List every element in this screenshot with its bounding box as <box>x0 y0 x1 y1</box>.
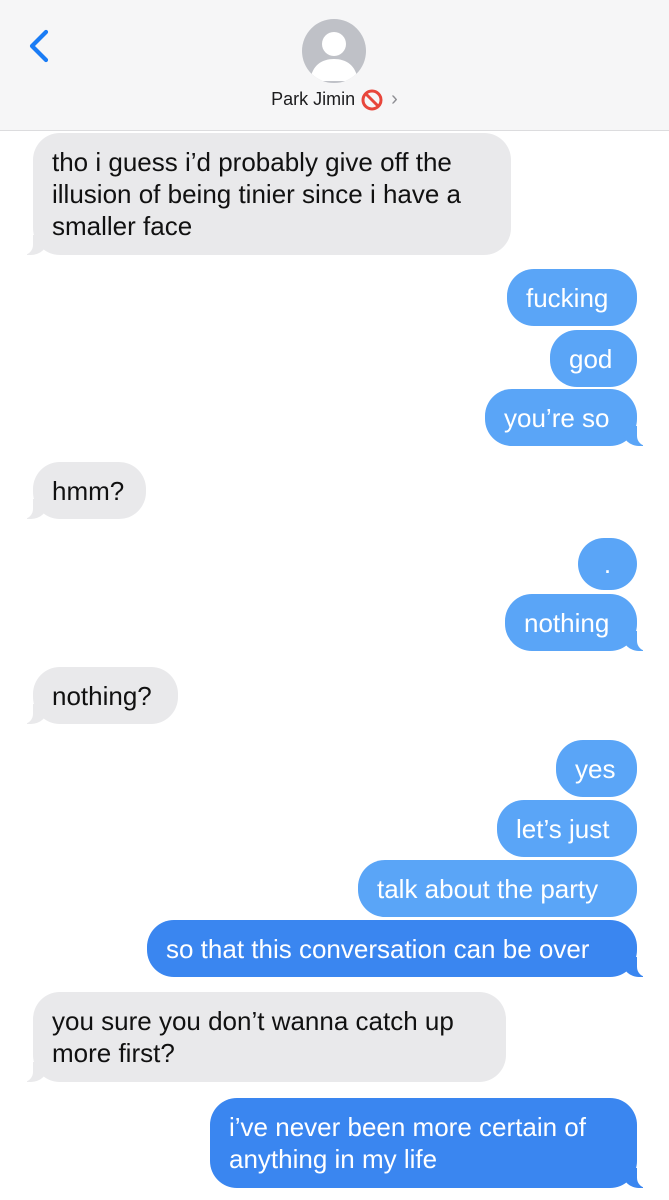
message-line: anything in my life <box>229 1144 438 1174</box>
outgoing-message[interactable]: let’s just <box>497 800 637 857</box>
contact-name: Park Jimin <box>271 89 356 109</box>
outgoing-message[interactable]: talk about the party <box>358 860 637 917</box>
message-text: you’re so <box>504 403 610 433</box>
message-text: god <box>569 344 613 374</box>
outgoing-message[interactable]: nothing <box>505 594 647 651</box>
chevron-left-icon <box>29 29 49 63</box>
outgoing-message[interactable]: fucking <box>507 269 637 326</box>
message-text: nothing <box>524 608 610 638</box>
outgoing-message[interactable]: yes <box>556 740 637 797</box>
contact-name-row: Park Jimin › <box>0 88 669 111</box>
message-text: nothing? <box>52 681 152 711</box>
outgoing-message[interactable]: i’ve never been more certain of anything… <box>210 1098 647 1188</box>
message-text: talk about the party <box>377 874 599 904</box>
outgoing-message[interactable]: . <box>578 538 637 590</box>
message-text: . <box>603 549 612 579</box>
incoming-message[interactable]: tho i guess i’d probably give off the il… <box>23 133 511 255</box>
message-text: hmm? <box>52 476 125 506</box>
incoming-message[interactable]: nothing? <box>23 667 178 724</box>
message-line: more first? <box>52 1038 175 1068</box>
outgoing-message[interactable]: you’re so <box>485 389 647 446</box>
conversation-header: Park Jimin › <box>0 0 669 131</box>
no-entry-emoji-icon <box>361 89 383 110</box>
message-text: fucking <box>526 283 609 313</box>
message-line: you sure you don’t wanna catch up <box>52 1006 454 1036</box>
chevron-right-icon: › <box>391 88 398 110</box>
outgoing-message[interactable]: god <box>550 330 637 387</box>
outgoing-message[interactable]: so that this conversation can be over <box>147 920 647 977</box>
message-line: illusion of being tinier since i have a <box>52 179 462 209</box>
contact-details-link[interactable]: Park Jimin › <box>271 88 398 111</box>
message-text: so that this conversation can be over <box>166 934 590 964</box>
message-line: smaller face <box>52 211 193 241</box>
incoming-message[interactable]: hmm? <box>23 462 146 519</box>
back-button[interactable] <box>22 24 58 68</box>
message-line: tho i guess i’d probably give off the <box>52 147 452 177</box>
message-text: yes <box>575 754 616 784</box>
contact-avatar[interactable] <box>302 19 366 83</box>
message-text: let’s just <box>516 814 610 844</box>
message-line: i’ve never been more certain of <box>229 1112 586 1142</box>
incoming-message[interactable]: you sure you don’t wanna catch up more f… <box>23 992 506 1082</box>
person-silhouette-icon <box>310 32 358 81</box>
